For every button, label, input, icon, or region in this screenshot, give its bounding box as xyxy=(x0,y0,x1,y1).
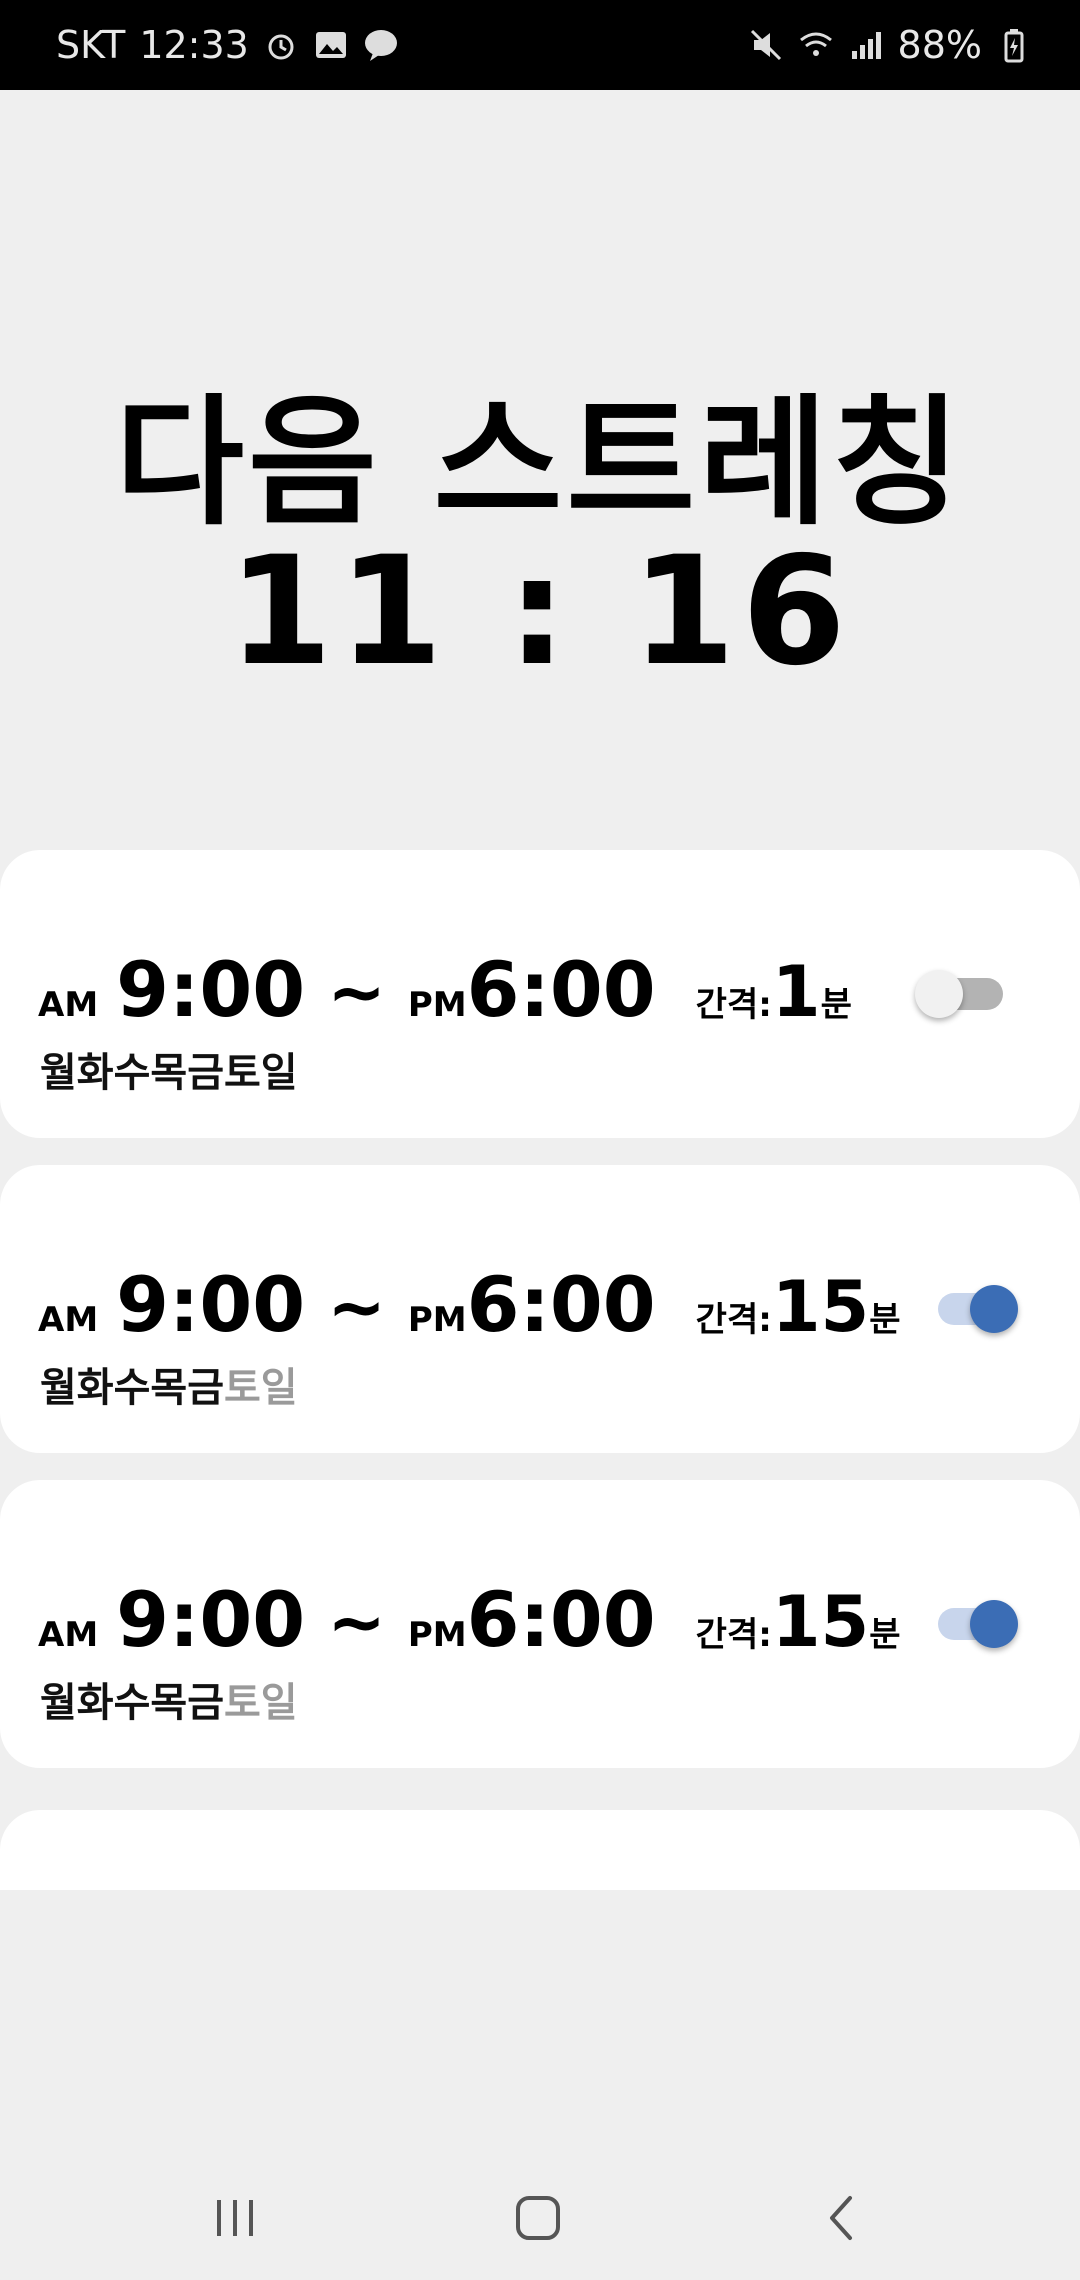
end-time: 6:00 xyxy=(466,1575,656,1664)
status-bar: SKT 12:33 88% xyxy=(0,0,1080,90)
page-title: 다음 스트레칭 xyxy=(115,382,965,545)
interval-unit: 분 xyxy=(820,985,852,1025)
weekday-list: 월화수목금토일 xyxy=(40,1355,298,1413)
time-range: AM 9:00 ~ PM 6:00 간격: 1 분 xyxy=(38,945,852,1034)
toggle-thumb xyxy=(915,970,963,1018)
end-time: 6:00 xyxy=(466,1260,656,1349)
schedule-card[interactable]: AM 9:00 ~ PM 6:00 간격: 15 분 월화수목금토일 xyxy=(0,1480,1080,1768)
interval-unit: 분 xyxy=(869,1300,901,1340)
range-separator: ~ xyxy=(327,1581,386,1663)
schedule-card[interactable] xyxy=(0,1810,1080,1890)
countdown-timer: 11 : 16 xyxy=(228,525,852,699)
interval-value: 15 xyxy=(771,1581,870,1663)
interval-unit: 분 xyxy=(869,1615,901,1655)
schedule-card[interactable]: AM 9:00 ~ PM 6:00 간격: 15 분 월화수목금토일 xyxy=(0,1165,1080,1453)
clock-label: 12:33 xyxy=(139,23,249,67)
active-days: 월화수목금 xyxy=(40,1365,224,1411)
interval-label: 간격: xyxy=(695,985,772,1025)
back-icon[interactable] xyxy=(812,2188,872,2248)
schedule-card[interactable]: AM 9:00 ~ PM 6:00 간격: 1 분 월화수목금토일 xyxy=(0,850,1080,1138)
end-ampm: PM xyxy=(407,985,467,1025)
inactive-days: 토일 xyxy=(224,1365,298,1411)
toggle-thumb xyxy=(970,1285,1018,1333)
start-ampm: AM xyxy=(38,1615,99,1655)
weekday-list: 월화수목금토일 xyxy=(40,1670,298,1728)
start-ampm: AM xyxy=(38,985,99,1025)
image-icon xyxy=(315,32,346,58)
start-time: 9:00 xyxy=(116,1260,306,1349)
end-ampm: PM xyxy=(407,1300,467,1340)
schedule-toggle[interactable] xyxy=(915,970,1005,1018)
interval-value: 1 xyxy=(771,951,821,1033)
signal-icon xyxy=(851,32,881,59)
time-range: AM 9:00 ~ PM 6:00 간격: 15 분 xyxy=(38,1575,901,1664)
mute-icon xyxy=(750,29,781,61)
interval-label: 간격: xyxy=(695,1300,772,1340)
talk-icon xyxy=(364,30,397,61)
time-range: AM 9:00 ~ PM 6:00 간격: 15 분 xyxy=(38,1260,901,1349)
schedule-toggle[interactable] xyxy=(928,1600,1018,1648)
alarm-icon xyxy=(268,34,294,60)
schedule-toggle[interactable] xyxy=(928,1285,1018,1333)
battery-percent: 88% xyxy=(897,23,982,67)
battery-icon xyxy=(1004,29,1024,63)
interval-value: 15 xyxy=(771,1266,870,1348)
navigation-bar xyxy=(0,2150,1080,2280)
range-separator: ~ xyxy=(327,951,386,1033)
start-ampm: AM xyxy=(38,1300,99,1340)
inactive-days: 토일 xyxy=(224,1680,298,1726)
wifi-icon xyxy=(799,32,832,56)
recent-apps-icon[interactable] xyxy=(205,2188,265,2248)
home-icon[interactable] xyxy=(508,2188,568,2248)
active-days: 월화수목금 xyxy=(40,1680,224,1726)
weekday-list: 월화수목금토일 xyxy=(40,1040,298,1098)
end-ampm: PM xyxy=(407,1615,467,1655)
range-separator: ~ xyxy=(327,1266,386,1348)
end-time: 6:00 xyxy=(466,945,656,1034)
start-time: 9:00 xyxy=(116,945,306,1034)
carrier-label: SKT xyxy=(56,23,126,67)
toggle-thumb xyxy=(970,1600,1018,1648)
interval-label: 간격: xyxy=(695,1615,772,1655)
active-days: 월화수목금토일 xyxy=(40,1050,298,1096)
start-time: 9:00 xyxy=(116,1575,306,1664)
